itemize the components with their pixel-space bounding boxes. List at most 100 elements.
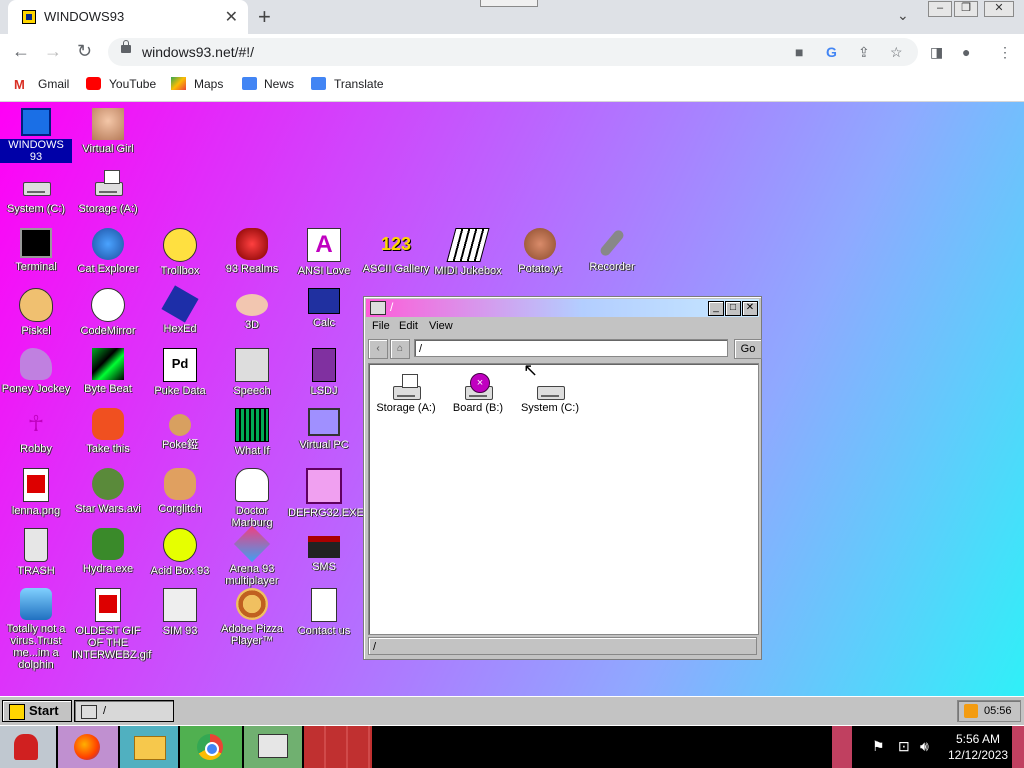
codemirror-desktop-icon[interactable]: CodeMirror <box>72 288 144 337</box>
home-icon[interactable]: ⌂ <box>390 339 410 359</box>
star-wars-desktop-icon[interactable]: Star Wars.avi <box>72 468 144 515</box>
storage-a-item[interactable]: Storage (A:) <box>371 372 441 414</box>
trollbox-desktop-icon[interactable]: Trollbox <box>144 228 216 277</box>
restore-window-button[interactable]: ❐ <box>954 1 978 17</box>
back-icon[interactable]: ← <box>12 41 30 62</box>
hexed-desktop-icon[interactable]: HexEd <box>144 285 216 335</box>
os-clock-time[interactable]: 5:56 AM <box>956 732 1000 746</box>
storage-a-desktop-icon[interactable]: Storage (A:) <box>72 168 144 215</box>
start-button[interactable]: Start <box>2 700 72 722</box>
potato-desktop-icon[interactable]: Potato.yt <box>504 228 576 275</box>
network-icon[interactable]: ⊡ <box>898 738 910 755</box>
poke-desktop-icon[interactable]: Poke錏 <box>144 408 216 451</box>
sms-desktop-icon[interactable]: SMS <box>288 528 360 573</box>
os-clock-date[interactable]: 12/12/2023 <box>948 748 1008 762</box>
cat-explorer-desktop-icon[interactable]: Cat Explorer <box>72 228 144 275</box>
acid-box-desktop-icon[interactable]: Acid Box 93 <box>144 528 216 577</box>
window-titlebar[interactable]: / _ □ ✕ <box>366 299 759 317</box>
window-drag-handle[interactable] <box>480 0 538 7</box>
bookmark-gmail[interactable]: Gmail <box>38 77 69 91</box>
virtual-pc-desktop-icon[interactable]: Virtual PC <box>288 408 360 451</box>
minimize-button[interactable]: _ <box>708 301 724 316</box>
folder-contents[interactable]: Storage (A:) × Board (B:) System (C:) ↖ <box>368 360 759 635</box>
show-desktop-button[interactable] <box>1012 726 1024 768</box>
trash-desktop-icon[interactable]: TRASH <box>0 528 72 577</box>
maximize-button[interactable]: □ <box>725 301 741 316</box>
new-tab-button[interactable]: + <box>258 4 271 30</box>
contact-us-desktop-icon[interactable]: Contact us <box>288 588 360 637</box>
close-window-button[interactable]: ✕ <box>984 1 1014 17</box>
firefox-icon[interactable] <box>58 726 118 768</box>
board-b-item[interactable]: × Board (B:) <box>443 372 513 414</box>
piskel-desktop-icon[interactable]: Piskel <box>0 288 72 337</box>
file-explorer-icon[interactable] <box>120 726 178 768</box>
volume-icon[interactable]: 🔊︎ <box>920 738 929 755</box>
computer-app-icon[interactable] <box>244 726 302 768</box>
lsdj-desktop-icon[interactable]: LSDJ <box>288 348 360 397</box>
close-button[interactable]: ✕ <box>742 301 758 316</box>
bookmark-youtube[interactable]: YouTube <box>109 77 156 91</box>
notification-app-icon[interactable] <box>832 726 852 768</box>
robby-desktop-icon[interactable]: ☥ Robby <box>0 408 72 455</box>
google-lens-icon[interactable]: G <box>826 44 837 60</box>
rss-icon[interactable] <box>964 704 978 718</box>
terminal-desktop-icon[interactable]: Terminal <box>0 228 72 273</box>
reload-icon[interactable]: ↻ <box>77 41 92 62</box>
url-text[interactable]: windows93.net/#!/ <box>142 44 254 60</box>
byte-beat-desktop-icon[interactable]: Byte Beat <box>72 348 144 395</box>
defrg32-desktop-icon[interactable]: DEFRG32.EXE <box>288 468 364 519</box>
adobe-pizza-desktop-icon[interactable]: Adobe Pizza Player™ <box>216 588 288 647</box>
minimize-window-button[interactable]: – <box>928 1 952 17</box>
taskbar-window-item[interactable]: / <box>74 700 174 722</box>
arena-93-desktop-icon[interactable]: Arena 93 multiplayer <box>216 525 288 587</box>
windows93-tray[interactable]: 05:56 <box>957 700 1021 722</box>
what-if-desktop-icon[interactable]: What If <box>216 408 288 457</box>
ascii-gallery-desktop-icon[interactable]: 123 ASCII Gallery <box>360 228 432 275</box>
sim-93-desktop-icon[interactable]: SIM 93 <box>144 588 216 637</box>
bookmark-maps[interactable]: Maps <box>194 77 223 91</box>
midi-jukebox-desktop-icon[interactable]: MIDI Jukebox <box>432 228 504 277</box>
bookmark-star-icon[interactable]: ☆ <box>890 44 903 61</box>
windows93-desktop-icon[interactable]: WINDOWS 93 <box>0 108 72 163</box>
path-input[interactable]: / <box>414 339 728 357</box>
browser-tab[interactable]: WINDOWS93 ✕ <box>8 0 248 34</box>
red-app-icon[interactable] <box>304 726 372 768</box>
ansi-love-desktop-icon[interactable]: A ANSI Love <box>288 228 360 277</box>
camera-icon[interactable]: ■ <box>795 44 803 60</box>
explorer-window[interactable]: / _ □ ✕ File Edit View ‹ ⌂ / Go Storage … <box>363 296 762 660</box>
menu-view[interactable]: View <box>429 320 453 332</box>
lock-icon[interactable] <box>121 40 131 53</box>
back-arrow-icon[interactable]: ‹ <box>368 339 388 359</box>
hydra-desktop-icon[interactable]: Hydra.exe <box>72 528 144 575</box>
chrome-icon[interactable] <box>180 726 242 768</box>
security-flag-icon[interactable]: ⚑ <box>872 738 885 755</box>
poney-jockey-desktop-icon[interactable]: Poney Jockey <box>0 348 72 395</box>
speech-desktop-icon[interactable]: Speech <box>216 348 288 397</box>
take-this-desktop-icon[interactable]: Take this <box>72 408 144 455</box>
system-c-desktop-icon[interactable]: System (C:) <box>0 168 72 215</box>
menu-edit[interactable]: Edit <box>399 320 418 332</box>
side-panel-icon[interactable]: ◨ <box>930 44 943 61</box>
bookmark-news[interactable]: News <box>264 77 294 91</box>
corglitch-desktop-icon[interactable]: Corglitch <box>144 468 216 515</box>
go-button[interactable]: Go <box>734 339 762 359</box>
menu-kebab-icon[interactable]: ⋮ <box>998 44 1012 61</box>
dolphin-desktop-icon[interactable]: Totally not a virus.Trust me...im a dolp… <box>0 588 72 671</box>
virtual-girl-desktop-icon[interactable]: Virtual Girl <box>72 108 144 155</box>
93-realms-desktop-icon[interactable]: 93 Realms <box>216 228 288 275</box>
tab-search-icon[interactable]: ⌄ <box>897 7 909 24</box>
santa-app-icon[interactable] <box>0 726 56 768</box>
forward-icon[interactable]: → <box>44 41 62 62</box>
puke-data-desktop-icon[interactable]: Pd Puke Data <box>144 348 216 397</box>
close-tab-icon[interactable]: ✕ <box>225 7 238 27</box>
menu-file[interactable]: File <box>372 320 390 332</box>
bookmark-translate[interactable]: Translate <box>334 77 384 91</box>
3d-desktop-icon[interactable]: 3D <box>216 288 288 331</box>
doctor-marburg-desktop-icon[interactable]: Doctor Marburg <box>216 468 288 529</box>
calc-desktop-icon[interactable]: Calc <box>288 288 360 329</box>
recorder-desktop-icon[interactable]: Recorder <box>576 228 648 273</box>
share-icon[interactable]: ⇪ <box>858 44 870 61</box>
oldest-gif-desktop-icon[interactable]: OLDEST GIF OF THE INTERWEBZ.gif <box>72 588 151 661</box>
windows93-desktop[interactable]: WINDOWS 93 Virtual Girl System (C:) Stor… <box>0 102 1024 696</box>
profile-avatar-icon[interactable]: ● <box>962 44 970 60</box>
